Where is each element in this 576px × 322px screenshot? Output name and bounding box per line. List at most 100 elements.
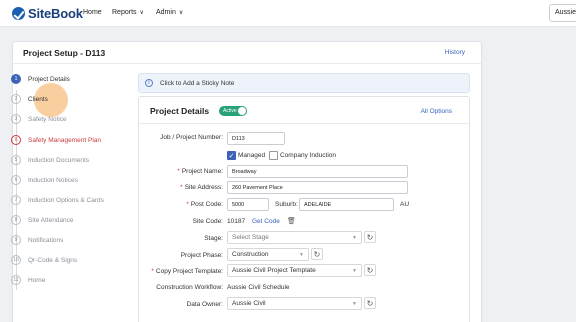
step-label: Site Attendance <box>28 216 74 224</box>
nav-admin-label: Admin <box>156 9 176 16</box>
post-code-input[interactable]: 5000 <box>227 198 269 211</box>
step-induction-documents[interactable]: 5 Induction Documents <box>11 154 89 166</box>
nav-reports[interactable]: Reports ∨ <box>112 9 144 16</box>
step-label: Notifications <box>28 236 64 244</box>
step-qr-code-signs[interactable]: 10 Qr-Code & Signs <box>11 254 77 266</box>
data-owner-value: Aussie Civil <box>232 300 266 307</box>
chevron-down-icon: ▼ <box>352 268 357 274</box>
status-toggle[interactable]: Active <box>219 106 247 116</box>
template-refresh-icon[interactable]: ↻ <box>364 264 376 276</box>
nav-home[interactable]: Home <box>83 9 102 16</box>
all-options-link[interactable]: All Options <box>421 108 452 115</box>
step-label: Safety Notice <box>28 115 67 123</box>
company-induction-checkbox[interactable] <box>269 151 278 160</box>
step-label: Safety Management Plan <box>28 136 101 144</box>
copy-template-label-text: Copy Project Template: <box>155 268 223 275</box>
site-code-value: 10187 <box>227 218 246 225</box>
step-safety-notice[interactable]: 3 Safety Notice <box>11 113 67 125</box>
step-number: 11 <box>11 275 21 285</box>
step-induction-notices[interactable]: 6 Induction Notices <box>11 174 78 186</box>
owner-refresh-icon[interactable]: ↻ <box>364 297 376 309</box>
site-address-input[interactable]: 260 Pavement Place <box>227 181 408 194</box>
stage-refresh-icon[interactable]: ↻ <box>364 231 376 243</box>
chevron-down-icon: ▼ <box>299 252 304 258</box>
step-home[interactable]: 11 Home <box>11 274 45 286</box>
status-toggle-label: Active <box>223 108 237 114</box>
post-code-label-text: Post Code: <box>190 201 223 208</box>
managed-checkbox[interactable]: ✓ <box>227 151 236 160</box>
project-name-label-text: Project Name: <box>181 168 223 175</box>
user-menu-button[interactable]: Aussie <box>549 4 576 22</box>
suburb-label: Suburb: <box>275 201 298 208</box>
site-code-label: Site Code: <box>192 218 223 225</box>
project-phase-label: Project Phase: <box>180 252 223 259</box>
logo-mark-icon <box>12 7 25 20</box>
required-marker: * <box>177 168 180 175</box>
project-phase-select[interactable]: Construction ▼ <box>227 248 309 261</box>
chevron-down-icon: ▼ <box>352 235 357 241</box>
site-address-label: * Site Address: <box>180 184 223 191</box>
nav-admin[interactable]: Admin ∨ <box>156 9 183 16</box>
step-site-attendance[interactable]: 8 Site Attendance <box>11 214 74 226</box>
project-name-input[interactable]: Broadway <box>227 165 408 178</box>
company-induction-label: Company Induction <box>280 152 337 159</box>
step-number: 2 <box>11 94 21 104</box>
history-link[interactable]: History <box>445 49 465 56</box>
top-navbar: SiteBook Home Reports ∨ Admin ∨ Aussie <box>0 0 576 27</box>
sticky-note-text: Click to Add a Sticky Note <box>160 79 235 87</box>
step-number: 1 <box>11 74 21 84</box>
copy-template-value: Aussie Civil Project Template <box>232 267 316 274</box>
step-number: 6 <box>11 175 21 185</box>
step-notifications[interactable]: 9 Notifications <box>11 234 63 246</box>
step-label: Home <box>28 276 46 284</box>
step-label: Induction Notices <box>28 176 78 184</box>
sitebook-logo[interactable]: SiteBook <box>12 6 83 21</box>
step-induction-options-cards[interactable]: 7 Induction Options & Cards <box>11 194 104 206</box>
sticky-note-bar[interactable]: i Click to Add a Sticky Note <box>138 73 470 93</box>
get-code-link[interactable]: Get Code <box>252 218 280 225</box>
data-owner-label: Data Owner: <box>186 301 224 308</box>
step-safety-management-plan[interactable]: X Safety Management Plan <box>11 134 101 146</box>
chevron-down-icon: ∨ <box>178 10 184 16</box>
info-icon: i <box>145 79 153 87</box>
copy-template-select[interactable]: Aussie Civil Project Template ▼ <box>227 264 362 277</box>
managed-label: Managed <box>238 152 266 159</box>
required-marker: * <box>180 184 183 191</box>
panel-title: Project Details <box>150 106 210 116</box>
trash-icon[interactable]: 🗑 <box>287 217 297 227</box>
state-text: AU <box>400 201 410 208</box>
step-project-details[interactable]: 1 Project Details <box>11 73 70 85</box>
toggle-knob <box>238 107 246 115</box>
suburb-input[interactable]: ADELAIDE <box>299 198 394 211</box>
step-number: 3 <box>11 114 21 124</box>
step-number: 5 <box>11 155 21 165</box>
stage-select[interactable]: Select Stage ▼ <box>227 231 362 244</box>
project-phase-value: Construction <box>232 251 269 258</box>
required-marker: * <box>186 201 189 208</box>
phase-refresh-icon[interactable]: ↻ <box>311 248 323 260</box>
step-label: Clients <box>28 95 48 103</box>
job-number-input[interactable]: D113 <box>227 132 285 145</box>
workflow-label: Construction Workflow: <box>156 284 223 291</box>
step-clients[interactable]: 2 Clients <box>11 93 48 105</box>
post-code-label: * Post Code: <box>186 201 223 208</box>
card-header: Project Setup - D113 History <box>13 42 481 64</box>
stage-select-value: Select Stage <box>232 234 269 241</box>
page-title: Project Setup - D113 <box>23 48 106 58</box>
stage-label: Stage: <box>204 235 223 242</box>
step-number: 9 <box>11 235 21 245</box>
step-number: 7 <box>11 195 21 205</box>
step-number: 8 <box>11 215 21 225</box>
site-address-label-text: Site Address: <box>184 184 223 191</box>
copy-template-label: * Copy Project Template: <box>151 268 223 275</box>
chevron-down-icon: ∨ <box>139 10 144 16</box>
required-marker: * <box>151 268 154 275</box>
step-error-icon: X <box>11 135 21 145</box>
job-number-label: Job / Project Number: <box>160 134 223 141</box>
panel-divider <box>139 123 469 124</box>
step-label: Qr-Code & Signs <box>28 256 78 264</box>
step-label: Induction Options & Cards <box>28 196 104 204</box>
nav-reports-label: Reports <box>112 9 137 16</box>
data-owner-select[interactable]: Aussie Civil ▼ <box>227 297 362 310</box>
step-number: 10 <box>11 255 21 265</box>
